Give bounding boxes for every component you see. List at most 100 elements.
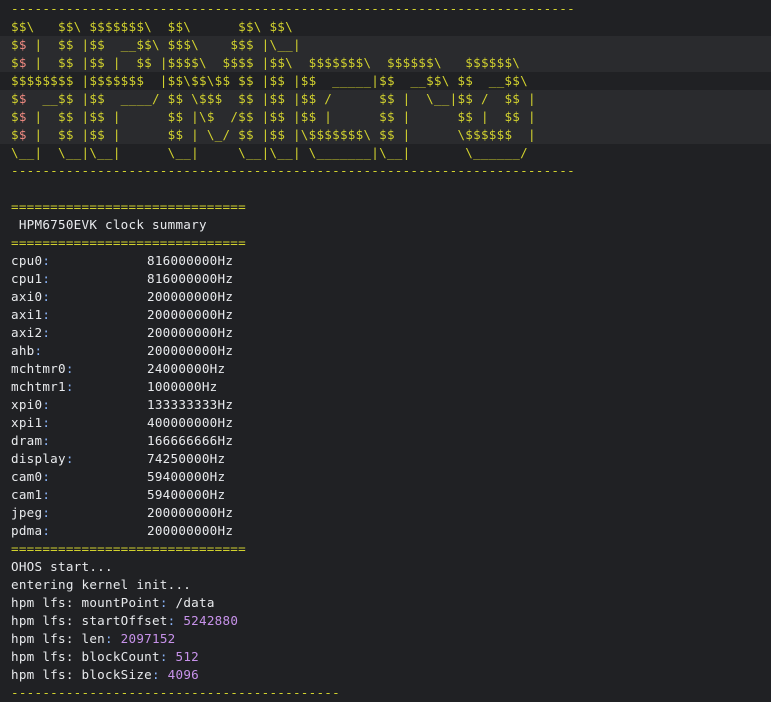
banner-glyph: $ — [11, 37, 19, 52]
clock-value: 200000000Hz — [147, 307, 234, 322]
clock-row: pdma: 200000000Hz — [11, 522, 771, 540]
lfs-key: hpm lfs: mountPoint — [11, 595, 160, 610]
clock-colon: : — [34, 343, 43, 358]
banner-glyph-rest: | $$ |$$ | $$ |\$ /$$ |$$ |$$ | $$ | $$ … — [26, 109, 536, 124]
clock-colon: : — [42, 253, 51, 268]
banner-line: \__| \__|\__| \__| \__|\__| \_______|\__… — [11, 145, 528, 160]
banner-line: $$\ $$\ $$$$$$$\ $$\ $$\ $$\ — [11, 19, 293, 34]
clock-row: display: 74250000Hz — [11, 450, 771, 468]
clock-value: 200000000Hz — [147, 343, 234, 358]
lfs-line: hpm lfs: mountPoint: /data — [11, 594, 771, 612]
clock-name-text: xpi1 — [11, 415, 43, 430]
lfs-key: hpm lfs: startOffset — [11, 613, 168, 628]
summary-title: HPM6750EVK clock summary — [11, 217, 207, 232]
clock-row: axi1: 200000000Hz — [11, 306, 771, 324]
banner-glyph: $ — [11, 127, 19, 142]
clock-row: xpi1: 400000000Hz — [11, 414, 771, 432]
clock-colon: : — [42, 397, 51, 412]
banner-glyph: $ — [11, 109, 19, 124]
banner-glyph-rest: __$$ |$$ ____/ $$ \$$$ $$ |$$ |$$ / $$ |… — [26, 91, 536, 106]
lfs-value: 512 — [175, 649, 199, 664]
lfs-line: hpm lfs: len: 2097152 — [11, 630, 771, 648]
banner-line: $$ | $$ |$$ | $$ |$$$$\ $$$$ |$$\ $$$$$$… — [0, 54, 771, 72]
clock-colon: : — [42, 433, 51, 448]
ascii-banner: $$\ $$\ $$$$$$$\ $$\ $$\ $$\ $$ | $$ |$$ … — [0, 18, 771, 162]
final-rule: ----------------------------------------… — [11, 685, 340, 700]
banner-line: $$ __$$ |$$ ____/ $$ \$$$ $$ |$$ |$$ / $… — [0, 90, 771, 108]
clock-colon: : — [42, 307, 51, 322]
clock-name: display: — [11, 450, 147, 468]
clock-name: ahb: — [11, 342, 147, 360]
clock-value: 200000000Hz — [147, 523, 234, 538]
clock-name: cpu0: — [11, 252, 147, 270]
lfs-key: hpm lfs: len — [11, 631, 105, 646]
clock-colon: : — [42, 271, 51, 286]
banner-glyph-accent: $ — [18, 91, 27, 106]
lfs-colon: : — [105, 631, 121, 646]
summary-rule-mid: ============================== — [11, 235, 246, 250]
banner-glyph-accent: $ — [18, 55, 27, 70]
clock-colon: : — [65, 451, 74, 466]
lfs-key: hpm lfs: blockSize — [11, 667, 152, 682]
clock-colon: : — [42, 469, 51, 484]
clock-name-text: ahb — [11, 343, 35, 358]
clock-name: dram: — [11, 432, 147, 450]
clock-row: cam1: 59400000Hz — [11, 486, 771, 504]
banner-glyph-rest: | $$ |$$ __$$\ $$$\ $$$ |\__| — [26, 37, 301, 52]
clock-row: mchtmr1: 1000000Hz — [11, 378, 771, 396]
banner-line: $$ | $$ |$$ | $$ |\$ /$$ |$$ |$$ | $$ | … — [0, 108, 771, 126]
clock-name-text: axi0 — [11, 289, 43, 304]
lfs-line: hpm lfs: startOffset: 5242880 — [11, 612, 771, 630]
clock-name-text: cpu1 — [11, 271, 43, 286]
clock-name-text: mchtmr0 — [11, 361, 66, 376]
lfs-colon: : — [159, 649, 176, 664]
lfs-info-list: hpm lfs: mountPoint: /data hpm lfs: start… — [11, 594, 771, 684]
clock-value: 200000000Hz — [147, 289, 234, 304]
banner-glyph-accent: $ — [18, 109, 27, 124]
clock-colon: : — [42, 523, 51, 538]
clock-name-text: dram — [11, 433, 43, 448]
lfs-line: hpm lfs: blockCount: 512 — [11, 648, 771, 666]
clock-value: 816000000Hz — [147, 253, 234, 268]
clock-value: 166666666Hz — [147, 433, 234, 448]
lfs-value: /data — [175, 595, 215, 610]
clock-name-text: axi1 — [11, 307, 43, 322]
clock-row: axi2: 200000000Hz — [11, 324, 771, 342]
clock-value: 200000000Hz — [147, 325, 234, 340]
clock-name-text: cpu0 — [11, 253, 43, 268]
clock-name: axi1: — [11, 306, 147, 324]
clock-value: 1000000Hz — [147, 379, 218, 394]
clock-name: mchtmr0: — [11, 360, 147, 378]
banner-glyph-rest: | $$ |$$ | $$ | \_/ $$ |$$ |\$$$$$$$\ $$… — [26, 127, 536, 142]
lfs-colon: : — [159, 595, 176, 610]
clock-value: 59400000Hz — [147, 469, 226, 484]
banner-glyph: $ — [11, 55, 19, 70]
lfs-value: 5242880 — [183, 613, 239, 628]
clock-name-text: display — [11, 451, 66, 466]
lfs-line: hpm lfs: blockSize: 4096 — [11, 666, 771, 684]
clock-name-text: mchtmr1 — [11, 379, 66, 394]
clock-name: cpu1: — [11, 270, 147, 288]
clock-name: jpeg: — [11, 504, 147, 522]
clock-list: cpu0: 816000000Hz cpu1: 816000000Hz axi0: 200… — [11, 252, 771, 540]
clock-value: 74250000Hz — [147, 451, 226, 466]
lfs-colon: : — [151, 667, 168, 682]
banner-glyph-rest: | $$ |$$ | $$ |$$$$\ $$$$ |$$\ $$$$$$$\ … — [26, 55, 521, 70]
summary-rule-top: ============================== — [11, 199, 246, 214]
banner-bottom-rule: ----------------------------------------… — [11, 163, 575, 178]
clock-colon: : — [42, 505, 51, 520]
clock-colon: : — [42, 487, 51, 502]
clock-row: axi0: 200000000Hz — [11, 288, 771, 306]
clock-name-text: jpeg — [11, 505, 43, 520]
lfs-colon: : — [167, 613, 184, 628]
clock-name-text: pdma — [11, 523, 43, 538]
clock-colon: : — [65, 361, 74, 376]
clock-value: 24000000Hz — [147, 361, 226, 376]
clock-name: axi0: — [11, 288, 147, 306]
clock-name: xpi1: — [11, 414, 147, 432]
summary-rule-bottom: ============================== — [11, 541, 246, 556]
clock-name: xpi0: — [11, 396, 147, 414]
banner-line: $$$$$$$$ |$$$$$$$ |$$\$$\$$ $$ |$$ |$$ _… — [11, 73, 528, 88]
clock-colon: : — [42, 325, 51, 340]
